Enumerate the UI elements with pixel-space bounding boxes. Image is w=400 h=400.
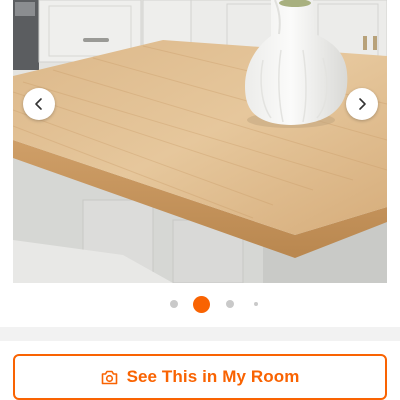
chevron-right-icon xyxy=(359,98,366,110)
carousel-pagination xyxy=(0,294,400,314)
see-in-my-room-label: See This in My Room xyxy=(126,367,300,386)
pagination-dot[interactable] xyxy=(226,300,234,308)
carousel-prev-button[interactable] xyxy=(23,88,55,120)
see-in-my-room-button[interactable]: See This in My Room xyxy=(13,354,387,400)
product-image-carousel[interactable] xyxy=(13,0,387,283)
section-divider xyxy=(0,327,400,341)
pagination-dot[interactable] xyxy=(170,300,178,308)
carousel-next-button[interactable] xyxy=(346,88,378,120)
pagination-dot[interactable] xyxy=(254,302,258,306)
chevron-left-icon xyxy=(35,98,42,110)
camera-icon xyxy=(101,370,117,384)
product-image xyxy=(13,0,387,283)
pagination-dot-active[interactable] xyxy=(193,296,210,313)
